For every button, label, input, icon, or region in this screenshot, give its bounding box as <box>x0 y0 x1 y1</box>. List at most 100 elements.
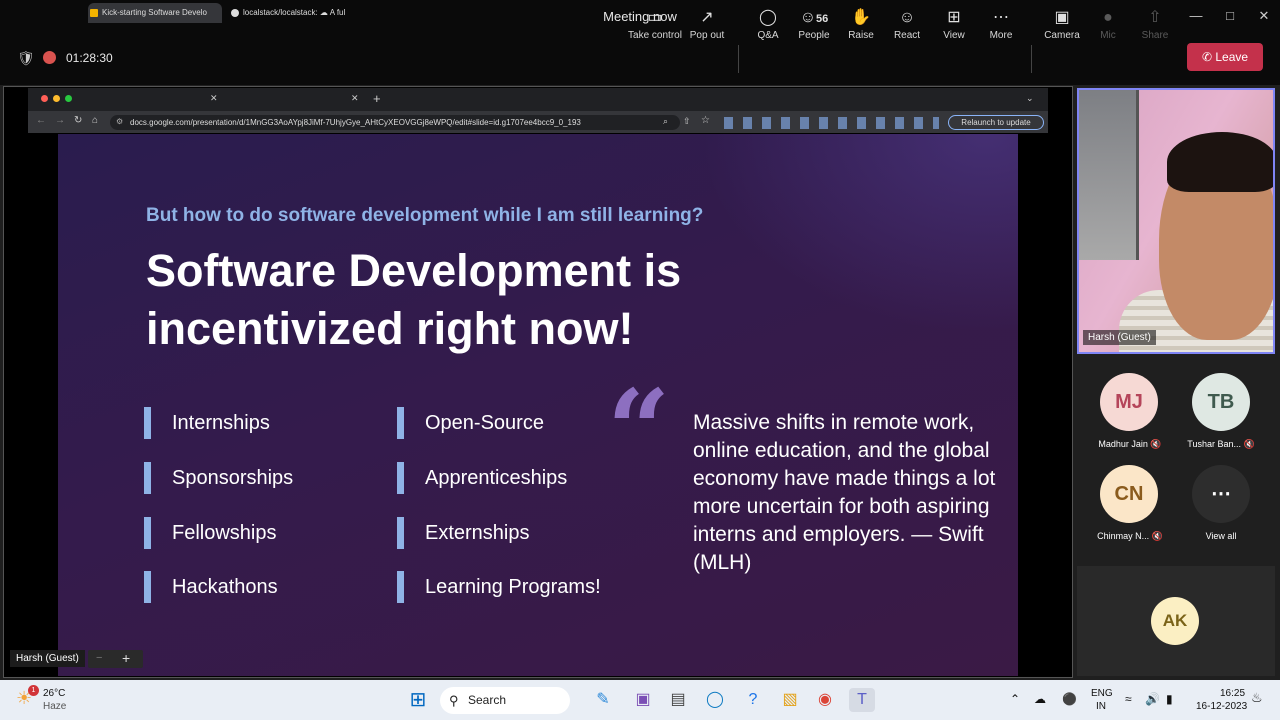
slide-subtitle: But how to do software development while… <box>146 205 704 226</box>
mac-close-dot <box>41 95 48 102</box>
presenter-name-label: Harsh (Guest) <box>10 650 85 667</box>
meeting-timer: 01:28:30 <box>66 51 113 65</box>
back-icon[interactable]: ← <box>36 115 46 126</box>
list-item: Learning Programs! <box>397 571 601 603</box>
zoom-icon[interactable]: ⌕ <box>663 116 668 127</box>
volume-icon[interactable]: 🔊 <box>1145 692 1160 706</box>
reload-icon[interactable]: ↻ <box>74 115 82 126</box>
tab-close-icon[interactable]: ✕ <box>351 93 359 104</box>
notification-bell-icon[interactable]: ♨ <box>1251 690 1263 706</box>
mic-tray-icon[interactable]: ⚫ <box>1062 692 1077 706</box>
mic-muted-icon: 🔇 <box>1150 439 1162 449</box>
take-control-icon: ▭ <box>647 9 663 26</box>
taskbar-search[interactable]: ⚲ Search <box>440 687 570 714</box>
avatar[interactable]: MJ <box>1100 373 1158 431</box>
zoom-out-icon[interactable]: − <box>96 652 102 664</box>
site-info-icon[interactable]: ⚙ <box>116 117 123 126</box>
help-icon[interactable]: ? <box>740 688 766 712</box>
participant-hair <box>1167 132 1273 192</box>
tab-close-icon[interactable]: ✕ <box>210 93 218 104</box>
slide-heading: Software Development is incentivized rig… <box>146 245 682 354</box>
list-item: Internships <box>144 407 270 439</box>
avatar[interactable]: CN <box>1100 465 1158 523</box>
mac-zoom-dot <box>65 95 72 102</box>
language-code[interactable]: ENG <box>1091 688 1113 699</box>
mic-muted-icon: 🔇 <box>1151 531 1163 541</box>
avatar[interactable]: AK <box>1151 597 1199 645</box>
people-count: 56 <box>816 13 829 25</box>
wifi-icon[interactable]: ≈ <box>1125 692 1132 706</box>
list-item: Apprenticeships <box>397 462 567 494</box>
bullet-bar <box>144 407 151 439</box>
bullet-bar <box>144 517 151 549</box>
slide-quote: Massive shifts in remote work, online ed… <box>693 411 996 574</box>
bullet-bar <box>144 462 151 494</box>
bullet-bar <box>397 407 404 439</box>
weather-desc: Haze <box>43 701 67 712</box>
extension-icons[interactable] <box>724 117 939 129</box>
minimize-button[interactable]: — <box>1184 6 1208 26</box>
forward-icon[interactable]: → <box>55 115 65 126</box>
browser-tab-active[interactable]: Kick-starting Software Develo <box>88 3 222 23</box>
github-icon <box>231 9 239 17</box>
participant-name: Chinmay N... 🔇 <box>1097 531 1163 541</box>
phone-hangup-icon: ✆ <box>1201 50 1212 64</box>
browser-tab[interactable]: localstack/localstack: ☁ A ful <box>229 3 347 23</box>
recording-icon <box>43 51 56 64</box>
tray-overflow-icon[interactable]: ⌃ <box>1010 692 1020 706</box>
chrome-icon[interactable]: ◉ <box>812 688 838 712</box>
clock-date[interactable]: 16-12-2023 <box>1196 701 1247 712</box>
list-item: Externships <box>397 517 530 549</box>
onedrive-icon[interactable]: ☁ <box>1034 692 1046 706</box>
bookmark-star-icon[interactable]: ☆ <box>701 115 710 126</box>
bullet-bar <box>397 462 404 494</box>
paint-app-icon[interactable]: ✎ <box>590 688 616 712</box>
slides-icon <box>90 9 98 17</box>
file-explorer-icon[interactable]: ▤ <box>665 688 691 712</box>
tab-search-icon[interactable]: ⌄ <box>1026 93 1034 104</box>
start-icon[interactable]: ⊞ <box>405 688 431 712</box>
list-item: Open-Source <box>397 407 544 439</box>
maximize-button[interactable]: □ <box>1218 6 1242 26</box>
bookshelf <box>1079 90 1139 260</box>
zoom-in-icon[interactable]: + <box>122 650 130 666</box>
mac-minimize-dot <box>53 95 60 102</box>
zoom-controls[interactable]: − + <box>88 650 143 668</box>
avatar[interactable]: TB <box>1192 373 1250 431</box>
clock-time[interactable]: 16:25 <box>1220 688 1245 699</box>
share-button[interactable]: ⇧ Share <box>1125 0 1185 52</box>
more-icon: ⋯ <box>993 9 1009 26</box>
bullet-bar <box>397 517 404 549</box>
battery-icon[interactable]: ▮ <box>1166 692 1173 706</box>
new-tab-icon[interactable]: + <box>373 91 381 106</box>
video-name-label: Harsh (Guest) <box>1083 330 1156 345</box>
share-page-icon[interactable]: ⇧ <box>683 116 691 127</box>
view-all-button[interactable]: ⋯ <box>1192 465 1250 523</box>
bullet-bar <box>144 571 151 603</box>
teams-icon[interactable]: T <box>849 688 875 712</box>
weather-badge: 1 <box>28 685 39 696</box>
participant-video[interactable] <box>1077 88 1275 354</box>
browser-tab-strip <box>28 88 1048 111</box>
photos-app-icon[interactable]: ▣ <box>630 688 656 712</box>
shield-icon: 🛡 <box>17 50 35 66</box>
take-control-button[interactable]: ▭ Take control <box>625 0 685 52</box>
quotation-mark-icon: “ <box>607 365 671 494</box>
view-all-label: View all <box>1205 531 1237 541</box>
mic-muted-icon: 🔇 <box>1243 439 1255 449</box>
more-button[interactable]: ⋯ More <box>971 0 1031 52</box>
pop-out-button[interactable]: ↗ Pop out <box>677 0 737 52</box>
list-item: Sponsorships <box>144 462 293 494</box>
language-region[interactable]: IN <box>1096 701 1106 712</box>
edge-icon[interactable]: ◯ <box>702 688 728 712</box>
weather-temp: 26°C <box>43 688 66 699</box>
address-bar[interactable]: docs.google.com/presentation/d/1MnGG3AoA… <box>110 115 680 130</box>
home-icon[interactable]: ⌂ <box>92 115 98 126</box>
leave-button[interactable]: ✆ Leave <box>1187 43 1263 71</box>
list-item: Fellowships <box>144 517 276 549</box>
pop-out-icon: ↗ <box>700 9 714 26</box>
share-icon: ⇧ <box>1148 9 1162 26</box>
relaunch-button[interactable]: Relaunch to update <box>948 115 1044 130</box>
folder-icon[interactable]: ▧ <box>777 688 803 712</box>
close-button[interactable]: ✕ <box>1252 6 1276 26</box>
